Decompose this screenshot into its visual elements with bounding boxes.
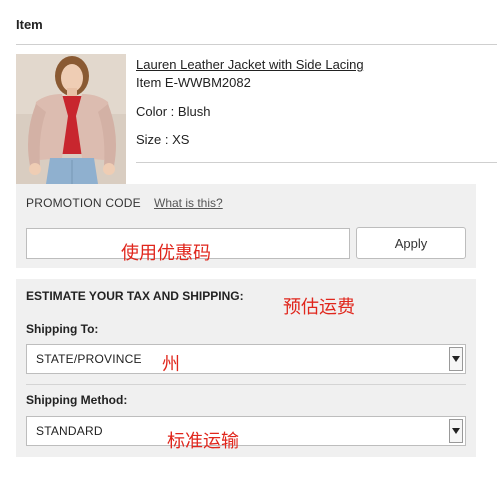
chevron-down-icon[interactable]	[449, 347, 463, 371]
shipping-method-value: STANDARD	[36, 424, 103, 438]
shipping-divider	[26, 384, 466, 385]
estimate-shipping-title: ESTIMATE YOUR TAX AND SHIPPING:	[26, 289, 244, 303]
promotion-code-panel: PROMOTION CODE What is this? 使用优惠码 Apply	[16, 184, 476, 268]
item-section-title: Item	[16, 17, 43, 32]
shipping-to-select[interactable]: STATE/PROVINCE	[26, 344, 466, 374]
product-divider	[136, 162, 497, 163]
product-image[interactable]	[16, 54, 126, 184]
shipping-to-label: Shipping To:	[26, 322, 99, 336]
header-divider	[16, 44, 497, 45]
shipping-to-value: STATE/PROVINCE	[36, 352, 142, 366]
promotion-code-input[interactable]	[26, 228, 350, 259]
apply-button[interactable]: Apply	[356, 227, 466, 259]
product-name-link[interactable]: Lauren Leather Jacket with Side Lacing	[136, 57, 364, 72]
product-photo-illustration	[16, 54, 126, 184]
promotion-help-link[interactable]: What is this?	[154, 196, 223, 210]
product-sku: Item E-WWBM2082	[136, 75, 251, 90]
shipping-method-label: Shipping Method:	[26, 393, 128, 407]
chevron-down-icon[interactable]	[449, 419, 463, 443]
promotion-code-label: PROMOTION CODE	[26, 196, 141, 210]
product-size: Size : XS	[136, 132, 190, 147]
product-color: Color : Blush	[136, 104, 211, 119]
estimate-shipping-annotation: 预估运费	[283, 297, 355, 318]
estimate-shipping-panel: ESTIMATE YOUR TAX AND SHIPPING: 预估运费 Shi…	[16, 279, 476, 457]
shipping-method-select[interactable]: STANDARD	[26, 416, 466, 446]
